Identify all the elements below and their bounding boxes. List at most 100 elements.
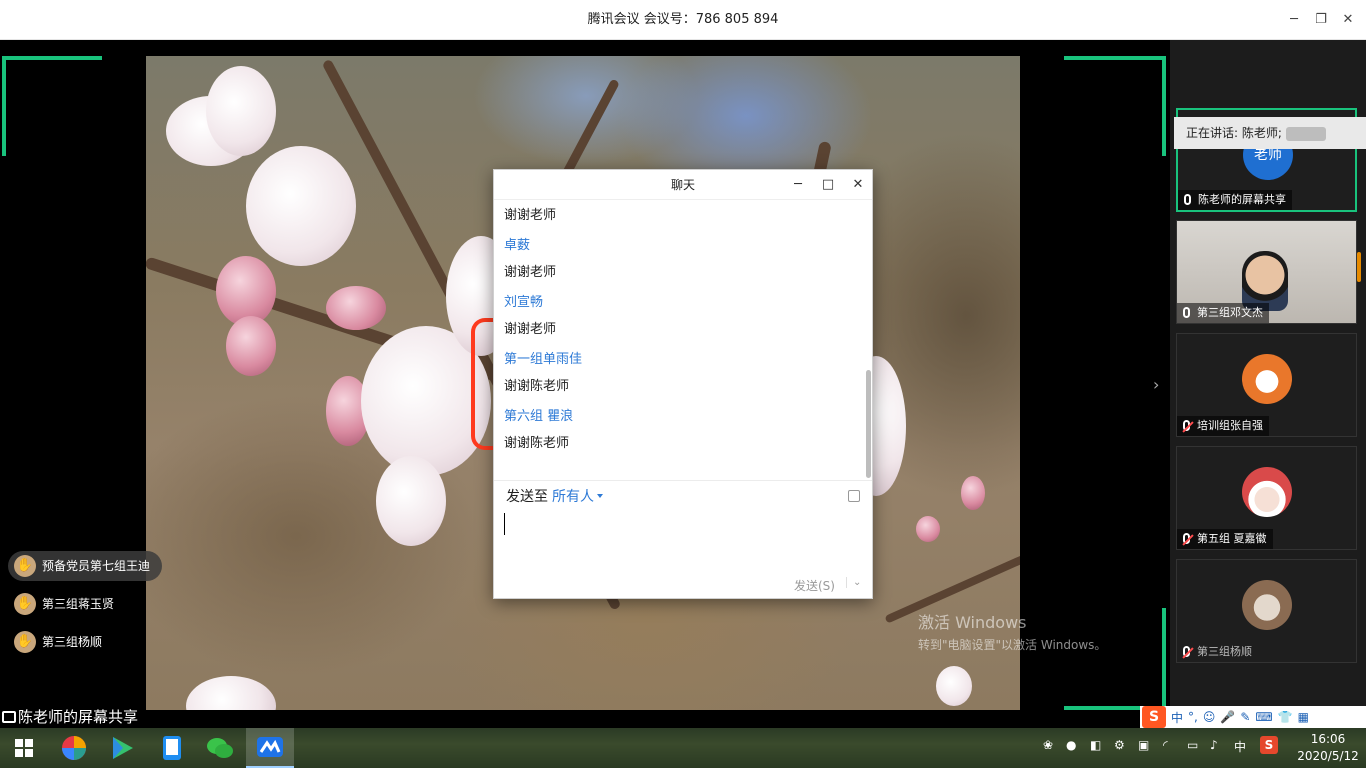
play-icon	[113, 737, 133, 759]
participant-tile[interactable]: 第三组杨顺	[1176, 559, 1357, 663]
tencent-meeting-icon	[257, 737, 283, 757]
participant-name-label: 第五组 夏嘉徽	[1177, 529, 1273, 549]
chat-input-caret[interactable]	[504, 513, 505, 535]
chat-scrollbar[interactable]	[866, 370, 871, 478]
chat-message-text: 谢谢老师	[504, 322, 557, 337]
blossom-petal	[246, 146, 356, 266]
ime-punctuation-toggle[interactable]: °,	[1188, 710, 1198, 724]
frame-corner-top-right	[1064, 56, 1166, 156]
participant-name: 培训组张自强	[1197, 419, 1263, 432]
send-to-selector[interactable]: 发送至 所有人	[506, 486, 603, 506]
participant-name: 第三组杨顺	[1197, 645, 1252, 658]
tray-battery-icon[interactable]: ▭	[1187, 738, 1198, 752]
ime-voice-icon[interactable]: 🎤	[1220, 710, 1235, 724]
raised-hand-name: 预备党员第七组王迪	[42, 559, 151, 573]
participant-video	[1242, 251, 1288, 311]
sogou-logo-icon[interactable]: S	[1142, 706, 1166, 728]
raised-hand-item[interactable]: ✋ 第三组蒋玉贤	[8, 589, 126, 619]
participant-name-label: 第三组邓文杰	[1177, 303, 1269, 323]
speaking-indicator: 正在讲话: 陈老师;	[1174, 117, 1366, 149]
participant-tile[interactable]: 第五组 夏嘉徽	[1176, 446, 1357, 550]
taskbar-clock[interactable]: 16:06 2020/5/12	[1290, 731, 1366, 765]
tray-flower-icon[interactable]: ❀	[1043, 738, 1053, 752]
raised-hand-item[interactable]: ✋ 第三组杨顺	[8, 627, 114, 657]
raised-hand-item[interactable]: ✋ 预备党员第七组王迪	[8, 551, 163, 581]
blossom-petal	[376, 456, 446, 546]
microphone-muted-icon	[1183, 533, 1190, 544]
chat-minimize-button[interactable]: ─	[786, 173, 810, 197]
raised-hand-name: 第三组蒋玉贤	[42, 597, 115, 611]
ime-skin-icon[interactable]: 👕	[1278, 710, 1293, 724]
wechat-icon	[207, 738, 233, 758]
taskbar-app-photos[interactable]	[50, 728, 98, 768]
chat-sender-name: 卓薮	[504, 238, 531, 253]
ime-keyboard-icon[interactable]: ⌨	[1255, 710, 1272, 724]
send-button[interactable]: 发送(S)	[794, 577, 835, 594]
taskbar-app-wechat[interactable]	[196, 728, 244, 768]
ime-toolbox-icon[interactable]: ▦	[1298, 710, 1309, 724]
send-options-chevron-icon[interactable]: ⌄	[846, 577, 861, 588]
chat-close-button[interactable]: ✕	[846, 173, 870, 197]
ime-emoji-icon[interactable]: ☺	[1203, 710, 1216, 724]
chat-message-text: 谢谢陈老师	[504, 436, 570, 451]
screenshot-icon[interactable]	[848, 490, 860, 502]
raise-hand-icon: ✋	[14, 631, 36, 653]
participant-name-label: 培训组张自强	[1177, 416, 1269, 436]
blossom-bud	[326, 286, 386, 330]
chat-message-text: 谢谢老师	[504, 265, 557, 280]
close-button[interactable]: ✕	[1336, 8, 1360, 32]
watermark-subtitle: 转到"电脑设置"以激活 Windows。	[918, 638, 1107, 652]
chat-sender-name: 第六组 瞿浪	[504, 409, 574, 424]
participant-name: 第三组邓文杰	[1197, 306, 1263, 319]
blossom-petal	[206, 66, 276, 156]
chat-sender-name: 刘宣畅	[504, 295, 544, 310]
tray-settings-icon[interactable]: ⚙	[1114, 738, 1125, 752]
clock-date: 2020/5/12	[1297, 749, 1359, 763]
minimize-button[interactable]: ─	[1282, 8, 1306, 32]
ime-language-toggle[interactable]: 中	[1171, 709, 1183, 726]
tray-sogou-icon[interactable]: S	[1260, 736, 1278, 754]
tray-wechat-icon[interactable]: ●	[1066, 738, 1076, 752]
screen-share-icon	[2, 711, 16, 723]
tray-input-language[interactable]: 中	[1234, 738, 1246, 755]
colorful-pinwheel-icon	[62, 736, 86, 760]
taskbar-app-media[interactable]	[98, 728, 146, 768]
blossom-petal	[936, 666, 972, 706]
activate-windows-watermark: 激活 Windows 转到"电脑设置"以激活 Windows。	[918, 609, 1106, 653]
collapse-panel-chevron-icon[interactable]: ›	[1153, 375, 1159, 394]
taskbar-app-tencent-meeting[interactable]	[246, 728, 294, 768]
clock-time: 16:06	[1310, 732, 1346, 746]
speaking-text: 正在讲话: 陈老师;	[1186, 126, 1282, 140]
participant-name-label: 第三组杨顺	[1177, 642, 1258, 662]
title-bar: 腾讯会议 会议号：786 805 894 ─ ❐ ✕	[0, 0, 1366, 40]
maximize-button[interactable]: ❐	[1309, 8, 1333, 32]
start-button[interactable]	[0, 728, 48, 768]
tray-window-icon[interactable]: ▣	[1138, 738, 1149, 752]
dropdown-caret-icon	[597, 494, 603, 498]
chat-maximize-button[interactable]: □	[816, 173, 840, 197]
tray-volume-icon[interactable]: ♪	[1210, 738, 1218, 752]
blossom-bud	[226, 316, 276, 376]
ime-handwrite-icon[interactable]: ✎	[1240, 710, 1250, 724]
screen-share-label: 陈老师的屏幕共享	[2, 706, 138, 728]
tray-network-icon[interactable]: ◜	[1163, 738, 1168, 752]
panel-scroll-indicator[interactable]	[1357, 252, 1361, 282]
taskbar-app-phone[interactable]	[148, 728, 196, 768]
blurred-name	[1285, 126, 1326, 141]
tray-app-icon[interactable]: ◧	[1090, 738, 1101, 752]
phone-icon	[163, 736, 181, 760]
send-to-label: 发送至	[506, 489, 548, 505]
blossom-bud	[961, 476, 985, 510]
participant-name-label: 陈老师的屏幕共享	[1178, 190, 1292, 210]
chat-sender-name: 第一组单雨佳	[504, 352, 583, 367]
microphone-icon	[1184, 194, 1191, 205]
chat-messages[interactable]: 谢谢老师 卓薮 谢谢老师 刘宣畅 谢谢老师 第一组单雨佳 谢谢陈老师 第六组 瞿…	[494, 201, 872, 479]
screen-share-text: 陈老师的屏幕共享	[18, 708, 139, 726]
participant-tile[interactable]: 第三组邓文杰	[1176, 220, 1357, 324]
chat-compose-area: 发送至 所有人 发送(S) ⌄	[494, 480, 872, 598]
participant-tile[interactable]: 培训组张自强	[1176, 333, 1357, 437]
recipient-dropdown[interactable]: 所有人	[552, 489, 594, 505]
watermark-title: 激活 Windows	[918, 613, 1027, 632]
windows-taskbar: ❀ ● ◧ ⚙ ▣ ◜ ▭ ♪ 中 S 16:06 2020/5/12	[0, 728, 1366, 768]
chat-window: 聊天 ─ □ ✕ 谢谢老师 卓薮 谢谢老师 刘宣畅 谢谢老师 第一组单雨佳 谢谢…	[493, 169, 873, 599]
